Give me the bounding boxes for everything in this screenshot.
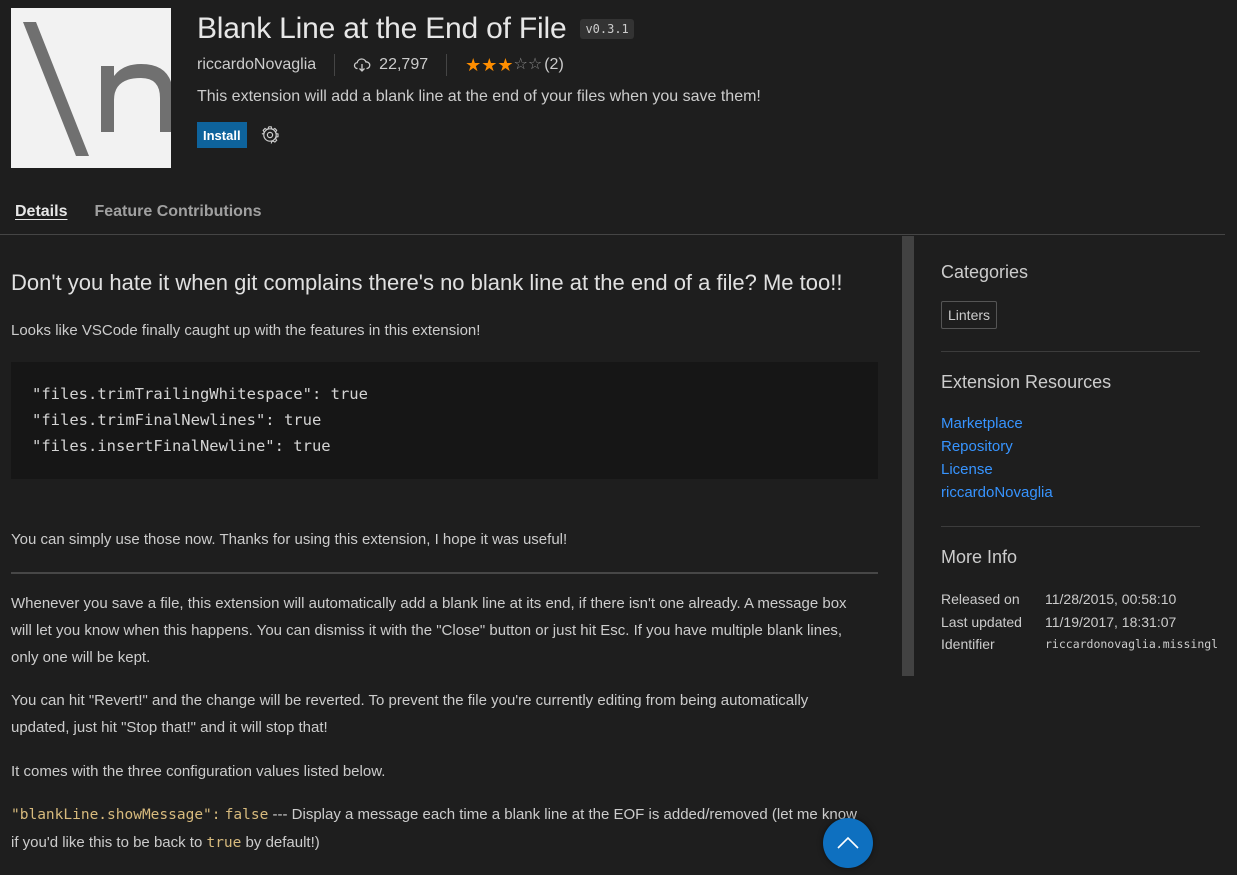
divider (334, 54, 336, 76)
categories-title: Categories (941, 262, 1029, 282)
info-value: riccardonovaglia.missingl (1045, 637, 1219, 651)
chevron-up-icon (837, 836, 859, 849)
star-full-icon: ★ (465, 55, 482, 75)
version-badge: v0.3.1 (580, 19, 634, 39)
horizontal-rule (11, 572, 878, 574)
readme-paragraph: It comes with the three configuration va… (11, 763, 386, 780)
info-row-updated: Last updated 11/19/2017, 18:31:07 (941, 611, 1237, 634)
divider (446, 54, 448, 76)
star-empty-icon: ☆ (513, 56, 528, 73)
code-line: "files.trimFinalNewlines": true (32, 411, 322, 429)
config-key: "blankLine.showMessage": (11, 807, 221, 823)
detail-tabs: Details Feature Contributions (0, 196, 1225, 235)
readme-intro: Looks like VSCode finally caught up with… (11, 322, 481, 339)
scroll-to-top-button[interactable] (823, 818, 873, 868)
info-label: Last updated (941, 613, 1022, 630)
install-button[interactable]: Install (197, 122, 247, 148)
gear-icon (261, 126, 279, 144)
info-value: 11/19/2017, 18:31:07 (1045, 613, 1177, 630)
config-default-code: true (206, 835, 242, 851)
settings-gear-button[interactable] (261, 126, 279, 144)
info-row-released: Released on 11/28/2015, 00:58:10 (941, 588, 1237, 611)
code-line: "files.trimTrailingWhitespace": true (32, 385, 368, 403)
install-count-value: 22,797 (379, 56, 429, 73)
install-count: 22,797 (353, 56, 428, 74)
readme-use-now: You can simply use those now. Thanks for… (11, 531, 568, 548)
more-info-section: More Info Released on 11/28/2015, 00:58:… (941, 547, 1237, 656)
rating-count: (2) (544, 56, 564, 73)
star-full-icon: ★ (497, 55, 514, 75)
divider (941, 351, 1200, 352)
cloud-download-icon (354, 58, 371, 72)
extension-title: Blank Line at the End of File (197, 12, 567, 45)
resources-section: Extension Resources Marketplace Reposito… (941, 372, 1237, 504)
star-empty-icon: ☆ (527, 56, 543, 73)
extension-header: Blank Line at the End of File v0.3.1 ric… (0, 0, 1237, 180)
extension-description: This extension will add a blank line at … (197, 88, 761, 105)
tab-feature-contributions[interactable]: Feature Contributions (94, 196, 261, 234)
link-publisher[interactable]: riccardoNovaglia (941, 481, 1237, 504)
link-repository[interactable]: Repository (941, 435, 1237, 458)
code-line: "files.insertFinalNewline": true (32, 437, 331, 455)
category-badge[interactable]: Linters (941, 301, 998, 329)
more-info-title: More Info (941, 547, 1018, 567)
categories-section: Categories Linters (941, 262, 1237, 329)
link-marketplace[interactable]: Marketplace (941, 412, 1237, 435)
tab-details[interactable]: Details (15, 196, 67, 234)
readme-scrollbar[interactable] (902, 236, 914, 676)
info-row-identifier: Identifier riccardonovaglia.missingl (941, 633, 1237, 656)
readme-paragraph: You can hit "Revert!" and the change wil… (11, 692, 809, 736)
info-value: 11/28/2015, 00:58:10 (1045, 591, 1177, 607)
config-description-end: by default!) (241, 834, 320, 851)
rating[interactable]: ★ ★ ★ ☆ ☆ (2) (465, 56, 564, 74)
resources-title: Extension Resources (941, 372, 1112, 392)
readme-paragraph: Whenever you save a file, this extension… (11, 595, 847, 666)
code-block: "files.trimTrailingWhitespace": true "fi… (11, 362, 878, 479)
info-label: Released on (941, 591, 1020, 607)
config-value: false (224, 807, 269, 823)
extension-logo (11, 8, 173, 168)
extension-sidebar: Categories Linters Extension Resources M… (941, 236, 1237, 656)
publisher-name[interactable]: riccardoNovaglia (197, 56, 316, 74)
info-label: Identifier (941, 636, 995, 652)
newline-logo-icon (23, 22, 173, 156)
readme-config-show-message: "blankLine.showMessage": false --- Displ… (11, 801, 866, 857)
link-license[interactable]: License (941, 458, 1237, 481)
readme-heading: Don't you hate it when git complains the… (11, 270, 843, 295)
extension-details: Blank Line at the End of File v0.3.1 ric… (197, 10, 761, 148)
divider (941, 526, 1200, 527)
star-full-icon: ★ (481, 55, 498, 75)
readme-content: Don't you hate it when git complains the… (0, 236, 902, 875)
